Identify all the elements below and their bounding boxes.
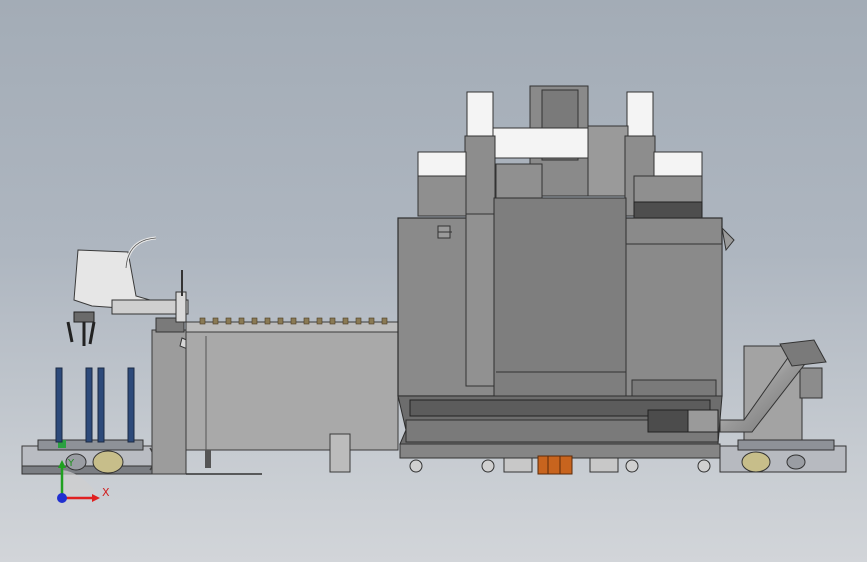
cad-viewport[interactable]: X Y — [0, 0, 867, 562]
y-axis-label: Y — [68, 458, 75, 469]
robot-cart — [21, 367, 155, 475]
chip-conveyor-cart — [719, 339, 847, 473]
x-axis-label: X — [102, 486, 110, 499]
conveyor — [185, 317, 399, 475]
assembly-drawing — [21, 85, 847, 503]
machining-center — [397, 85, 735, 475]
